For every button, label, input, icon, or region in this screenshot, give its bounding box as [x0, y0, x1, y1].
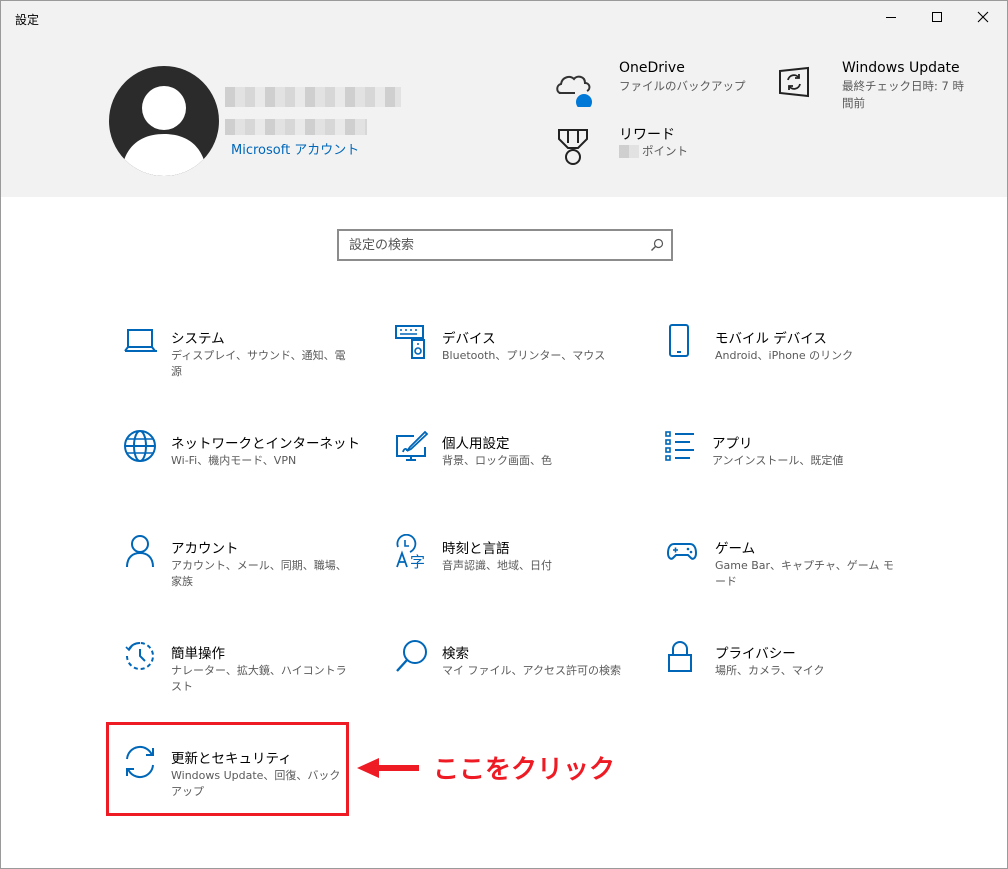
phone-icon [669, 324, 689, 357]
lock-icon [668, 641, 692, 672]
user-silhouette-icon [121, 86, 207, 176]
tile-privacy[interactable]: プライバシー 場所、カメラ、マイク [667, 639, 907, 709]
tile-system[interactable]: システム ディスプレイ、サウンド、通知、電源 [123, 324, 363, 394]
windows-update-subtitle-line2: 間前 [842, 96, 865, 110]
maximize-icon [932, 12, 942, 22]
search-icon [396, 640, 427, 672]
annotation-highlight-box [106, 722, 349, 816]
close-icon [977, 11, 989, 23]
laptop-icon [124, 329, 157, 352]
tile-search[interactable]: 検索 マイ ファイル、アクセス許可の検索 [394, 639, 634, 709]
tile-devices-name: デバイス [442, 331, 496, 347]
tile-time-language-desc: 音声認識、地域、日付 [442, 559, 552, 572]
tile-network-name: ネットワークとインターネット [171, 436, 360, 452]
time-language-icon: 字 [396, 534, 425, 570]
rewards-status[interactable]: リワード ポイント [551, 121, 751, 171]
tile-network[interactable]: ネットワークとインターネット Wi-Fi、機内モード、VPN [123, 429, 363, 499]
tile-ease-of-access-name: 簡単操作 [171, 646, 225, 662]
maximize-button[interactable] [914, 1, 960, 33]
rewards-medal-icon [558, 129, 588, 165]
onedrive-status[interactable]: OneDrive ファイルのバックアップ [551, 57, 751, 117]
title-bar: 設定 [1, 1, 1007, 33]
svg-text:字: 字 [410, 553, 425, 570]
app-list-icon [665, 431, 694, 461]
window-title: 設定 [15, 13, 40, 27]
gamepad-icon [667, 543, 698, 560]
tile-gaming-desc: Game Bar、キャプチャ、ゲーム モード [715, 559, 894, 588]
keyboard-speaker-icon [395, 325, 425, 359]
minimize-icon [886, 17, 896, 18]
onedrive-title: OneDrive [619, 60, 685, 76]
tile-apps-desc: アンインストール、既定値 [712, 454, 844, 467]
tile-time-language-name: 時刻と言語 [442, 541, 510, 557]
person-icon [126, 535, 154, 568]
globe-icon [124, 430, 156, 462]
tile-privacy-name: プライバシー [715, 646, 796, 662]
tile-devices-desc: Bluetooth、プリンター、マウス [442, 349, 606, 362]
tile-apps-name: アプリ [712, 436, 753, 452]
tile-mobile-devices-name: モバイル デバイス [715, 331, 827, 347]
tile-personalization-name: 個人用設定 [442, 436, 510, 452]
tile-accounts[interactable]: アカウント アカウント、メール、同期、職場、家族 [123, 534, 363, 604]
windows-update-icon [779, 66, 809, 98]
tile-privacy-desc: 場所、カメラ、マイク [715, 664, 825, 677]
ease-of-access-icon [125, 641, 154, 670]
tile-devices[interactable]: デバイス Bluetooth、プリンター、マウス [394, 324, 634, 394]
annotation-label: ここをクリック [433, 755, 616, 785]
windows-update-title: Windows Update [842, 60, 960, 76]
tile-accounts-name: アカウント [171, 541, 239, 557]
tile-ease-of-access-desc: ナレーター、拡大鏡、ハイコントラスト [171, 664, 347, 693]
rewards-subtitle: ポイント [642, 144, 688, 158]
tile-system-name: システム [171, 331, 225, 347]
tile-search-desc: マイ ファイル、アクセス許可の検索 [442, 664, 621, 677]
tile-mobile-devices-desc: Android、iPhone のリンク [715, 349, 854, 362]
tile-time-language[interactable]: 字 時刻と言語 音声認識、地域、日付 [394, 534, 634, 604]
search-magnifier-icon[interactable] [650, 238, 664, 252]
tile-ease-of-access[interactable]: 簡単操作 ナレーター、拡大鏡、ハイコントラスト [123, 639, 363, 709]
microsoft-account-link[interactable]: Microsoft アカウント [231, 139, 359, 158]
settings-search-input[interactable] [339, 231, 639, 259]
tile-mobile-devices[interactable]: モバイル デバイス Android、iPhone のリンク [667, 324, 907, 394]
onedrive-subtitle: ファイルのバックアップ [619, 79, 746, 93]
rewards-points-redacted [619, 145, 639, 158]
tile-gaming[interactable]: ゲーム Game Bar、キャプチャ、ゲーム モード [667, 534, 907, 604]
paint-screen-icon [396, 430, 429, 461]
windows-update-status[interactable]: Windows Update 最終チェック日時: 7 時 間前 [773, 57, 973, 117]
rewards-title: リワード [619, 127, 675, 143]
annotation-arrow-icon [357, 758, 419, 778]
windows-update-subtitle-line1: 最終チェック日時: 7 時 [842, 79, 965, 93]
avatar[interactable] [109, 66, 219, 176]
tile-personalization[interactable]: 個人用設定 背景、ロック画面、色 [394, 429, 634, 499]
onedrive-cloud-icon [556, 75, 592, 107]
account-name-redacted [225, 87, 401, 107]
settings-search-box[interactable] [337, 229, 673, 261]
minimize-button[interactable] [868, 1, 914, 33]
tile-system-desc: ディスプレイ、サウンド、通知、電源 [171, 349, 346, 378]
tile-personalization-desc: 背景、ロック画面、色 [442, 454, 552, 467]
tile-network-desc: Wi-Fi、機内モード、VPN [171, 454, 297, 467]
tile-search-name: 検索 [442, 646, 469, 662]
tile-accounts-desc: アカウント、メール、同期、職場、家族 [171, 559, 347, 588]
settings-window: 設定 Microsoft アカウント OneDrive ファイルのバックアップ … [0, 0, 1008, 869]
account-header: Microsoft アカウント OneDrive ファイルのバックアップ Win… [1, 33, 1007, 197]
tile-gaming-name: ゲーム [715, 541, 756, 557]
account-email-redacted [225, 119, 367, 135]
close-button[interactable] [960, 1, 1006, 33]
tile-apps[interactable]: アプリ アンインストール、既定値 [664, 429, 904, 499]
